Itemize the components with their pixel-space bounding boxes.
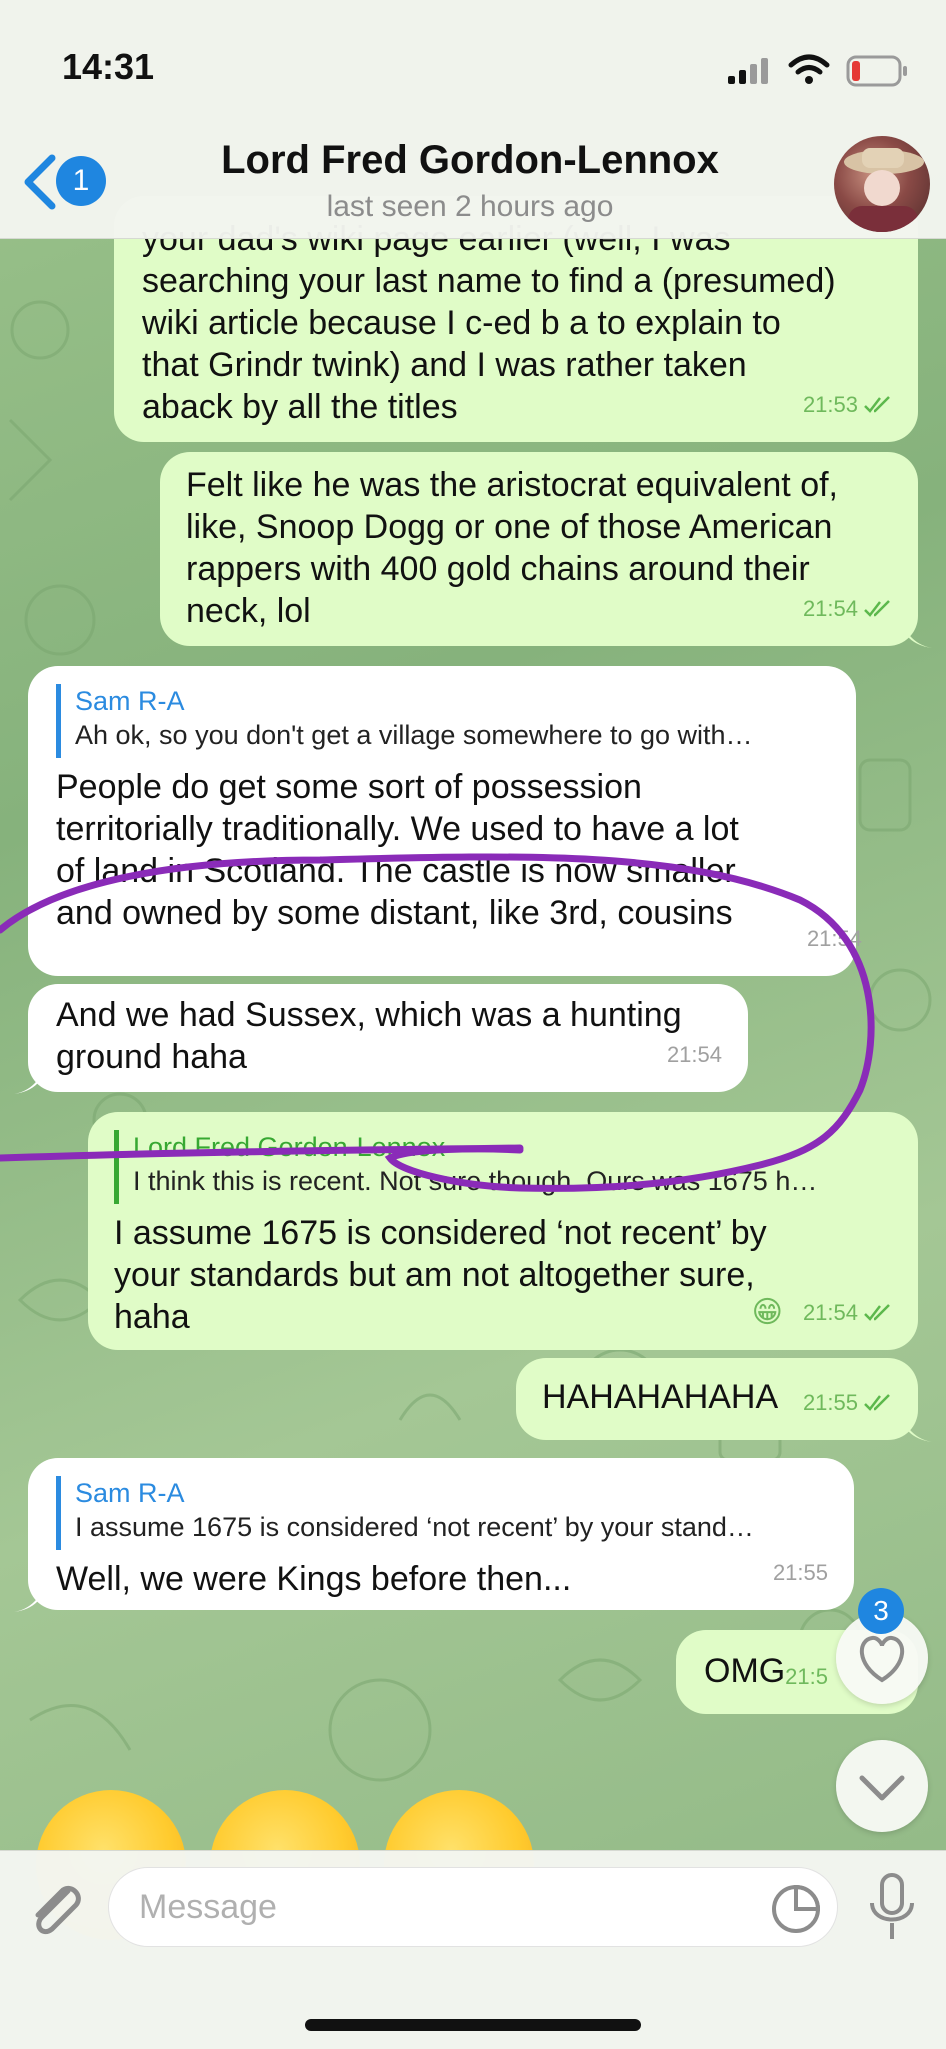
contact-name[interactable]: Lord Fred Gordon-Lennox — [150, 138, 790, 183]
status-icons — [726, 50, 916, 90]
sticker-icon[interactable] — [768, 1881, 824, 1937]
reply-quote[interactable]: Sam R-A I assume 1675 is considered ‘not… — [56, 1476, 836, 1550]
message-meta: 21:5 — [785, 1656, 828, 1698]
message-bubble-incoming[interactable]: Sam R-A I assume 1675 is considered ‘not… — [14, 1458, 854, 1612]
unread-count-badge[interactable]: 1 — [56, 156, 106, 206]
message-time: 21:54 — [802, 596, 858, 621]
bubble-tail — [14, 1578, 48, 1612]
bubble-tail — [898, 614, 932, 648]
message-bubble-incoming[interactable]: And we had Sussex, which was a hunting g… — [14, 984, 748, 1094]
message-text-line: HAHAHAHAHA — [542, 1378, 779, 1416]
message-text-line: I assume 1675 is considered ‘not recent’… — [114, 1214, 767, 1252]
message-meta: 21:55 — [773, 1552, 828, 1594]
microphone-icon[interactable] — [862, 1869, 922, 1949]
reply-snippet: I assume 1675 is considered ‘not recent’… — [75, 1512, 754, 1542]
message-text-line: rappers with 400 gold chains around thei… — [186, 550, 810, 588]
double-check-icon — [864, 396, 890, 413]
message-text-line: like, Snoop Dogg or one of those America… — [186, 508, 833, 546]
reply-snippet: Ah ok, so you don't get a village somewh… — [75, 720, 753, 750]
last-seen-status: last seen 2 hours ago — [326, 190, 614, 223]
reaction-emoji[interactable]: 😁 — [752, 1292, 783, 1334]
message-meta: 21:55 — [803, 1382, 892, 1424]
message-text-line: haha — [114, 1298, 190, 1336]
message-composer: Message — [0, 1850, 946, 2049]
message-time: 21:54 — [802, 1300, 858, 1325]
message-text-line: neck, lol — [186, 592, 311, 630]
message-text-line: aback by all the titles — [142, 388, 458, 426]
signal-icon — [728, 58, 768, 84]
message-text-line: And we had Sussex, which was a hunting — [56, 996, 682, 1034]
chevron-down-icon — [859, 1775, 905, 1801]
message-text-line: searching your last name to find a (pres… — [142, 262, 836, 300]
message-input[interactable]: Message — [108, 1867, 838, 1947]
message-meta: 21:54 — [803, 588, 892, 630]
bubble-tail — [14, 1060, 48, 1094]
scroll-down-button[interactable] — [836, 1740, 928, 1832]
message-bubble-outgoing[interactable]: Lord Fred Gordon-Lennox I think this is … — [88, 1112, 918, 1350]
message-time: 21:5 — [785, 1664, 828, 1689]
message-time: 21:55 — [802, 1390, 858, 1415]
message-text-line: People do get some sort of possession — [56, 768, 642, 806]
reply-quote[interactable]: Sam R-A Ah ok, so you don't get a villag… — [56, 684, 836, 758]
double-check-icon — [864, 1394, 890, 1411]
message-text-line: territorially traditionally. We used to … — [56, 810, 739, 848]
message-time: 21:53 — [802, 392, 858, 417]
status-time: 14:31 — [62, 46, 155, 87]
battery-icon — [846, 55, 907, 87]
message-bubble-outgoing[interactable]: HAHAHAHAHA 21:55 — [516, 1358, 932, 1442]
attachment-icon[interactable] — [20, 1871, 90, 1951]
reply-author: Lord Fred Gordon-Lennox — [133, 1132, 446, 1162]
message-meta: 21:54 — [667, 1034, 722, 1076]
navigation-header: 14:31 1 Lord Fred Gordon-Lennox last see… — [0, 0, 946, 239]
message-text-line: and owned by some distant, like 3rd, cou… — [56, 894, 733, 932]
message-text-line: wiki article because I c-ed b a to expla… — [142, 304, 781, 342]
avatar[interactable] — [834, 136, 930, 232]
reply-author: Sam R-A — [75, 1478, 185, 1508]
message-meta: 😁 21:54 — [752, 1292, 892, 1334]
message-text-line: that Grindr twink) and I was rather take… — [142, 346, 747, 384]
wifi-icon — [788, 54, 830, 84]
message-time: 21:55 — [772, 1560, 828, 1585]
home-indicator — [305, 2019, 641, 2031]
message-meta: 21:53 — [803, 384, 892, 426]
message-text-line: OMG — [704, 1652, 786, 1690]
avatar-image — [844, 148, 924, 232]
message-time: 21:54 — [806, 926, 862, 951]
message-time: 21:54 — [666, 1042, 722, 1067]
message-bubble-outgoing[interactable]: Felt like he was the aristocrat equivale… — [160, 452, 932, 648]
reply-snippet: I think this is recent. Not sure though.… — [133, 1166, 818, 1196]
double-check-icon — [864, 1304, 890, 1321]
reply-quote[interactable]: Lord Fred Gordon-Lennox I think this is … — [114, 1130, 894, 1204]
message-text-line: ground haha — [56, 1038, 247, 1076]
reactions-count-badge: 3 — [858, 1588, 904, 1634]
message-bubble-incoming[interactable]: Sam R-A Ah ok, so you don't get a villag… — [28, 666, 862, 976]
message-text-line: Felt like he was the aristocrat equivale… — [186, 466, 838, 504]
message-text-line: Well, we were Kings before then... — [56, 1560, 572, 1598]
double-check-icon — [864, 600, 890, 617]
message-text-line: of land in Scotland. The castle is now s… — [56, 852, 736, 890]
message-text-line: your standards but am not altogether sur… — [114, 1256, 755, 1294]
reply-author: Sam R-A — [75, 686, 185, 716]
message-meta: 21:54 — [807, 918, 862, 960]
bubble-tail — [898, 1408, 932, 1442]
